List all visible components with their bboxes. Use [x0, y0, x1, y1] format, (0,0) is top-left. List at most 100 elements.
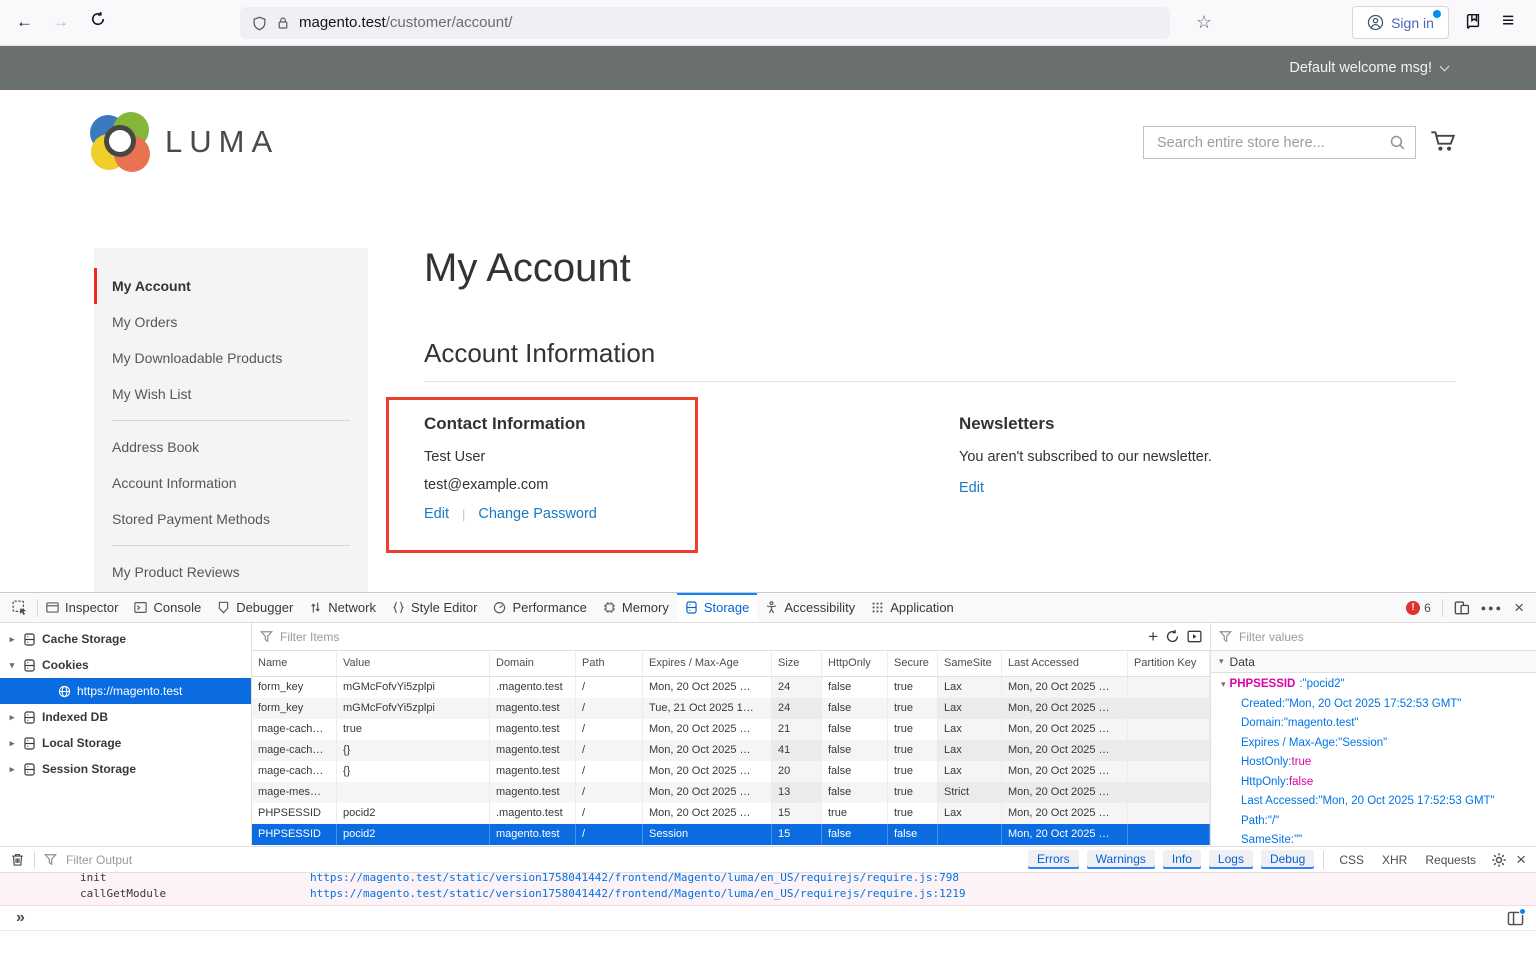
storage-tree-item-session-storage[interactable]: ▸Session Storage: [0, 756, 251, 782]
console-filter-xhr[interactable]: XHR: [1376, 851, 1413, 869]
add-item-icon[interactable]: +: [1148, 628, 1158, 645]
cookie-row[interactable]: mage-cach…{}magento.test/Mon, 20 Oct 202…: [252, 761, 1210, 782]
tab-application[interactable]: Application: [863, 593, 962, 622]
sidebar-item-stored-payment-methods[interactable]: Stored Payment Methods: [94, 501, 368, 537]
bookmark-star-icon[interactable]: ☆: [1196, 12, 1212, 33]
sidebar-item-my-orders[interactable]: My Orders: [94, 304, 368, 340]
filter-output-input[interactable]: [66, 853, 1019, 867]
data-section-header[interactable]: ▾ Data: [1211, 651, 1536, 673]
cookie-row[interactable]: PHPSESSIDpocid2.magento.test/Mon, 20 Oct…: [252, 803, 1210, 824]
search-icon[interactable]: [1389, 134, 1406, 151]
tab-memory[interactable]: Memory: [595, 593, 677, 622]
edit-contact-link[interactable]: Edit: [424, 506, 449, 522]
column-header-name[interactable]: Name: [252, 651, 337, 676]
devtools-menu-icon[interactable]: ●●●: [1481, 603, 1503, 613]
tab-network[interactable]: Network: [301, 593, 384, 622]
column-header-partition-key[interactable]: Partition Key: [1128, 651, 1210, 676]
cookie-row[interactable]: PHPSESSIDpocid2magento.test/Session15fal…: [252, 824, 1210, 845]
toolbar-separator: [1442, 599, 1443, 617]
column-header-httponly[interactable]: HttpOnly: [822, 651, 888, 676]
twisty-collapsed-icon[interactable]: ▸: [7, 634, 17, 645]
sidebar-item-my-wish-list[interactable]: My Wish List: [94, 376, 368, 412]
forward-icon[interactable]: →: [52, 12, 69, 32]
twisty-collapsed-icon[interactable]: ▸: [7, 764, 17, 775]
console-prompt[interactable]: »: [0, 906, 1536, 931]
console-settings-gear-icon[interactable]: [1491, 852, 1507, 868]
storage-tree-item-indexed-db[interactable]: ▸Indexed DB: [0, 704, 251, 730]
sidebar-item-my-account[interactable]: My Account: [94, 268, 368, 304]
tab-style-editor[interactable]: Style Editor: [384, 593, 485, 622]
column-header-size[interactable]: Size: [772, 651, 822, 676]
storage-tree-item-local-storage[interactable]: ▸Local Storage: [0, 730, 251, 756]
luma-logo[interactable]: [90, 112, 150, 172]
storage-tree-item-cache-storage[interactable]: ▸Cache Storage: [0, 626, 251, 652]
edit-newsletter-link[interactable]: Edit: [959, 480, 984, 496]
library-icon[interactable]: [1464, 13, 1482, 31]
lock-icon[interactable]: [276, 16, 290, 30]
cookie-detail-key[interactable]: ▾PHPSESSID:"pocid2": [1211, 675, 1536, 695]
column-header-samesite[interactable]: SameSite: [938, 651, 1002, 676]
console-filter-debug[interactable]: Debug: [1261, 850, 1314, 869]
tab-performance[interactable]: Performance: [485, 593, 594, 622]
console-filter-errors[interactable]: Errors: [1028, 850, 1079, 869]
filter-items-input[interactable]: [280, 630, 1141, 644]
storage-tree-item-https-magento-test[interactable]: https://magento.test: [0, 678, 251, 704]
cookie-row[interactable]: mage-cach…truemagento.test/Mon, 20 Oct 2…: [252, 719, 1210, 740]
filter-values-input[interactable]: [1239, 630, 1528, 644]
console-filter-css[interactable]: CSS: [1333, 851, 1370, 869]
sidebar-item-my-product-reviews[interactable]: My Product Reviews: [94, 554, 368, 590]
cookie-row[interactable]: mage-mes…magento.test/Mon, 20 Oct 2025 ……: [252, 782, 1210, 803]
tab-storage[interactable]: Storage: [677, 593, 758, 622]
error-count-badge[interactable]: !6: [1406, 601, 1431, 615]
storage-tree-item-cookies[interactable]: ▾Cookies: [0, 652, 251, 678]
twisty-collapsed-icon[interactable]: ▸: [7, 738, 17, 749]
change-password-link[interactable]: Change Password: [478, 506, 597, 522]
tab-console[interactable]: Console: [126, 593, 209, 622]
stack-frame-row: callGetModulehttps://magento.test/static…: [0, 886, 1536, 902]
sidebar-item-my-downloadable-products[interactable]: My Downloadable Products: [94, 340, 368, 376]
clear-console-icon[interactable]: [10, 852, 25, 867]
frame-source-link[interactable]: https://magento.test/static/version17580…: [310, 886, 966, 902]
sidebar-item-address-book[interactable]: Address Book: [94, 429, 368, 465]
pick-element-icon[interactable]: [0, 600, 37, 616]
signin-button[interactable]: Sign in: [1352, 6, 1449, 39]
menu-hamburger-icon[interactable]: ≡: [1502, 9, 1514, 33]
twisty-collapsed-icon[interactable]: ▸: [7, 712, 17, 723]
column-header-path[interactable]: Path: [576, 651, 643, 676]
cookie-row[interactable]: form_keymGMcFofvYi5zplpi.magento.test/Mo…: [252, 677, 1210, 698]
console-filter-logs[interactable]: Logs: [1209, 850, 1253, 869]
chevron-down-icon[interactable]: [1440, 61, 1450, 71]
column-header-domain[interactable]: Domain: [490, 651, 576, 676]
cookie-row[interactable]: mage-cach…{}magento.test/Mon, 20 Oct 202…: [252, 740, 1210, 761]
cookie-cell-name: form_key: [252, 677, 337, 698]
column-header-expires-max-age[interactable]: Expires / Max-Age: [643, 651, 772, 676]
devtools-close-icon[interactable]: ×: [1514, 599, 1524, 616]
twisty-expanded-icon[interactable]: ▾: [7, 660, 17, 671]
variables-view-icon[interactable]: [1187, 629, 1202, 644]
frame-source-link[interactable]: https://magento.test/static/version17580…: [310, 873, 959, 886]
column-header-secure[interactable]: Secure: [888, 651, 938, 676]
console-filter-requests[interactable]: Requests: [1419, 851, 1482, 869]
console-filter-warnings[interactable]: Warnings: [1087, 850, 1155, 869]
column-header-last-accessed[interactable]: Last Accessed: [1002, 651, 1128, 676]
store-welcome-bar: Default welcome msg!: [0, 46, 1536, 90]
tab-debugger[interactable]: Debugger: [209, 593, 301, 622]
tab-label: Accessibility: [784, 600, 855, 615]
tab-inspector[interactable]: Inspector: [38, 593, 126, 622]
refresh-items-icon[interactable]: [1165, 629, 1180, 644]
column-header-value[interactable]: Value: [337, 651, 490, 676]
cookie-cell-httponly: false: [822, 677, 888, 698]
split-console-icon[interactable]: [1507, 910, 1524, 927]
search-input[interactable]: [1144, 135, 1389, 151]
cart-icon[interactable]: [1430, 129, 1457, 154]
sidebar-item-account-information[interactable]: Account Information: [94, 465, 368, 501]
back-icon[interactable]: ←: [16, 12, 33, 32]
tab-accessibility[interactable]: Accessibility: [757, 593, 863, 622]
url-bar[interactable]: magento.test/customer/account/: [240, 7, 1170, 39]
console-filter-info[interactable]: Info: [1163, 850, 1201, 869]
tracking-shield-icon[interactable]: [252, 16, 267, 31]
responsive-design-mode-icon[interactable]: [1454, 600, 1470, 616]
reload-icon[interactable]: [90, 11, 106, 27]
cookie-row[interactable]: form_keymGMcFofvYi5zplpimagento.test/Tue…: [252, 698, 1210, 719]
console-close-icon[interactable]: ×: [1516, 851, 1526, 868]
